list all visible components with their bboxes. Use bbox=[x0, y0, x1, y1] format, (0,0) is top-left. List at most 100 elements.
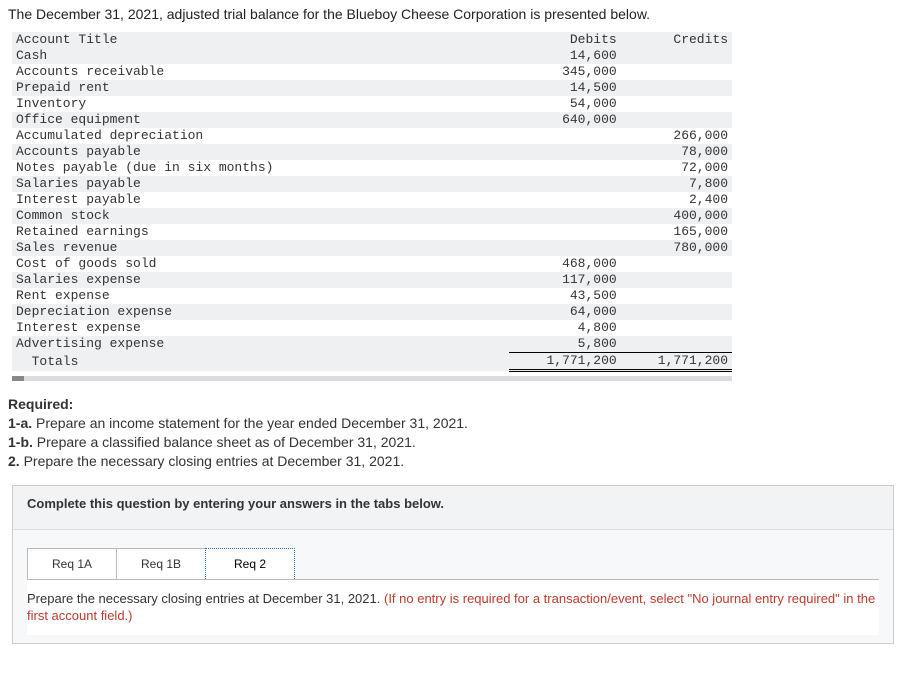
table-row: Accounts payable 78,000 bbox=[12, 144, 732, 160]
required-heading: Required: bbox=[8, 395, 900, 414]
credit-cell bbox=[621, 64, 732, 80]
account-cell: Cost of goods sold bbox=[12, 256, 509, 272]
req-2: 2. Prepare the necessary closing entries… bbox=[8, 452, 900, 471]
tab-req-1a[interactable]: Req 1A bbox=[27, 548, 117, 579]
credit-cell bbox=[621, 320, 732, 336]
account-cell: Sales revenue bbox=[12, 240, 509, 256]
account-cell: Retained earnings bbox=[12, 224, 509, 240]
table-row: Salaries payable7,800 bbox=[12, 176, 732, 192]
tb-header-row: Account Title Debits Credits bbox=[12, 32, 732, 48]
account-cell: Office equipment bbox=[12, 112, 509, 128]
debit-cell: 54,000 bbox=[509, 96, 620, 112]
debit-cell bbox=[509, 208, 620, 224]
col-debits: Debits bbox=[509, 32, 620, 48]
credit-cell bbox=[621, 256, 732, 272]
debit-cell: 640,000 bbox=[509, 112, 620, 128]
table-row: Sales revenue 780,000 bbox=[12, 240, 732, 256]
required-block: Required: 1-a. Prepare an income stateme… bbox=[8, 395, 900, 471]
req-2-text: Prepare the necessary closing entries at… bbox=[20, 453, 404, 469]
tab-req-2[interactable]: Req 2 bbox=[205, 548, 295, 579]
debit-cell bbox=[509, 224, 620, 240]
debit-cell: 64,000 bbox=[509, 304, 620, 320]
credit-cell: 780,000 bbox=[621, 240, 732, 256]
debit-cell bbox=[509, 144, 620, 160]
account-cell: Accounts payable bbox=[12, 144, 509, 160]
totals-label: Totals bbox=[12, 353, 509, 371]
credit-cell: 78,000 bbox=[621, 144, 732, 160]
table-row: Cost of goods sold468,000 bbox=[12, 256, 732, 272]
debit-cell: 43,500 bbox=[509, 288, 620, 304]
tab-row: Req 1A Req 1B Req 2 bbox=[13, 530, 893, 579]
req-1b-num: 1-b. bbox=[8, 434, 33, 450]
table-row: Common stock 400,000 bbox=[12, 208, 732, 224]
req-1a-num: 1-a. bbox=[8, 415, 32, 431]
req-1b: 1-b. Prepare a classified balance sheet … bbox=[8, 433, 900, 452]
debit-cell bbox=[509, 160, 620, 176]
account-cell: Salaries expense bbox=[12, 272, 509, 288]
table-row: Rent expense43,500 bbox=[12, 288, 732, 304]
credit-cell bbox=[621, 96, 732, 112]
debit-cell bbox=[509, 240, 620, 256]
tab-req-1b[interactable]: Req 1B bbox=[116, 548, 206, 579]
credit-cell: 7,800 bbox=[621, 176, 732, 192]
answer-tabs-container: Complete this question by entering your … bbox=[12, 485, 894, 644]
debit-cell bbox=[509, 128, 620, 144]
account-cell: Inventory bbox=[12, 96, 509, 112]
account-cell: Interest payable bbox=[12, 192, 509, 208]
complete-instruction: Complete this question by entering your … bbox=[13, 486, 893, 530]
account-cell: Common stock bbox=[12, 208, 509, 224]
req-2-num: 2. bbox=[8, 453, 20, 469]
table-row: Salaries expense117,000 bbox=[12, 272, 732, 288]
credit-cell: 2,400 bbox=[621, 192, 732, 208]
table-row: Advertising expense5,800 bbox=[12, 336, 732, 353]
table-row: Interest expense4,800 bbox=[12, 320, 732, 336]
account-cell: Rent expense bbox=[12, 288, 509, 304]
credit-cell bbox=[621, 272, 732, 288]
debit-cell bbox=[509, 176, 620, 192]
account-cell: Prepaid rent bbox=[12, 80, 509, 96]
trial-balance-table: Account Title Debits Credits Cash14,600A… bbox=[12, 32, 732, 372]
credit-cell: 400,000 bbox=[621, 208, 732, 224]
credit-cell: 165,000 bbox=[621, 224, 732, 240]
req-1b-text: Prepare a classified balance sheet as of… bbox=[33, 434, 416, 450]
table-row: Inventory54,000 bbox=[12, 96, 732, 112]
table-row: Accounts receivable345,000 bbox=[12, 64, 732, 80]
credit-cell: 72,000 bbox=[621, 160, 732, 176]
credit-cell bbox=[621, 112, 732, 128]
table-row: Prepaid rent14,500 bbox=[12, 80, 732, 96]
table-row: Interest payable 2,400 bbox=[12, 192, 732, 208]
credit-cell: 266,000 bbox=[621, 128, 732, 144]
table-row: Depreciation expense64,000 bbox=[12, 304, 732, 320]
debit-cell: 345,000 bbox=[509, 64, 620, 80]
credit-cell bbox=[621, 80, 732, 96]
intro-text: The December 31, 2021, adjusted trial ba… bbox=[8, 6, 900, 22]
account-cell: Depreciation expense bbox=[12, 304, 509, 320]
account-cell: Interest expense bbox=[12, 320, 509, 336]
table-row: Notes payable (due in six months) 72,000 bbox=[12, 160, 732, 176]
table-row: Retained earnings 165,000 bbox=[12, 224, 732, 240]
debit-cell: 5,800 bbox=[509, 336, 620, 353]
req-1a-text: Prepare an income statement for the year… bbox=[32, 415, 468, 431]
req2-instruction: Prepare the necessary closing entries at… bbox=[27, 591, 384, 606]
account-cell: Cash bbox=[12, 48, 509, 64]
debit-cell: 14,600 bbox=[509, 48, 620, 64]
tb-totals-row: Totals 1,771,200 1,771,200 bbox=[12, 353, 732, 371]
col-account: Account Title bbox=[12, 32, 509, 48]
account-cell: Advertising expense bbox=[12, 336, 509, 353]
credit-cell bbox=[621, 336, 732, 353]
credit-cell bbox=[621, 288, 732, 304]
scrollbar-thumb[interactable] bbox=[12, 376, 24, 381]
debit-cell: 468,000 bbox=[509, 256, 620, 272]
debit-cell: 4,800 bbox=[509, 320, 620, 336]
account-cell: Accumulated depreciation bbox=[12, 128, 509, 144]
debit-cell bbox=[509, 192, 620, 208]
table-row: Accumulated depreciation 266,000 bbox=[12, 128, 732, 144]
credit-cell bbox=[621, 304, 732, 320]
debit-cell: 14,500 bbox=[509, 80, 620, 96]
table-row: Office equipment640,000 bbox=[12, 112, 732, 128]
debit-cell: 117,000 bbox=[509, 272, 620, 288]
totals-credit: 1,771,200 bbox=[621, 353, 732, 371]
account-cell: Accounts receivable bbox=[12, 64, 509, 80]
account-cell: Notes payable (due in six months) bbox=[12, 160, 509, 176]
horizontal-scrollbar[interactable] bbox=[12, 376, 732, 381]
